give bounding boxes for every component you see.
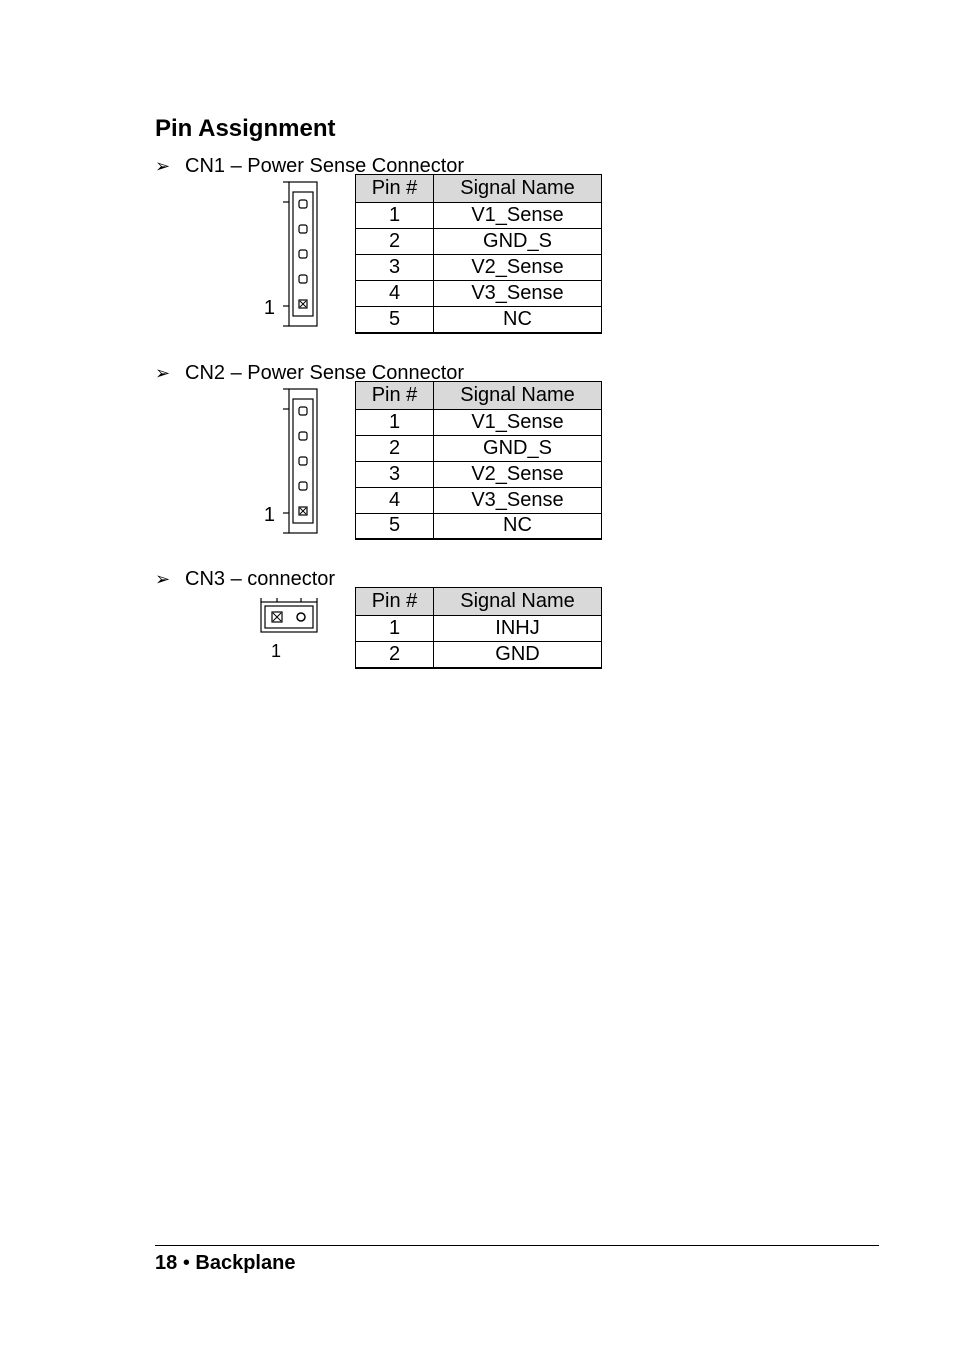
connector-2pin-diagram-icon <box>259 593 319 643</box>
cell-pin: 5 <box>356 307 434 333</box>
cell-pin: 1 <box>356 409 434 435</box>
table-row: 1INHJ <box>356 616 602 642</box>
section-title: Pin Assignment <box>155 115 799 143</box>
cell-pin: 2 <box>356 229 434 255</box>
cell-pin: 4 <box>356 281 434 307</box>
footer-separator: • <box>183 1252 190 1274</box>
cell-signal: V1_Sense <box>434 203 602 229</box>
header-signal: Signal Name <box>434 381 602 409</box>
table-row: 5NC <box>356 513 602 539</box>
header-signal: Signal Name <box>434 175 602 203</box>
cell-pin: 1 <box>356 616 434 642</box>
pin-1-label: 1 <box>271 641 281 662</box>
header-pin: Pin # <box>356 588 434 616</box>
page-footer: 18 • Backplane <box>155 1245 879 1275</box>
cell-signal: V2_Sense <box>434 461 602 487</box>
cell-pin: 2 <box>356 642 434 668</box>
cell-pin: 3 <box>356 255 434 281</box>
pin-table-cn2: Pin # Signal Name 1V1_Sense 2GND_S 3V2_S… <box>355 381 602 541</box>
cell-pin: 4 <box>356 487 434 513</box>
table-row: 2GND_S <box>356 435 602 461</box>
table-row: 3V2_Sense <box>356 461 602 487</box>
connector-5pin-diagram-icon <box>283 180 319 328</box>
header-pin: Pin # <box>356 175 434 203</box>
header-signal: Signal Name <box>434 588 602 616</box>
pin-1-label: 1 <box>264 504 275 527</box>
cell-pin: 3 <box>356 461 434 487</box>
footer-section-name: Backplane <box>195 1252 295 1274</box>
cell-signal: V3_Sense <box>434 281 602 307</box>
header-pin: Pin # <box>356 381 434 409</box>
connector-block-cn3: CN3 – connector 1 <box>155 568 799 669</box>
table-row: 4V3_Sense <box>356 487 602 513</box>
cell-pin: 2 <box>356 435 434 461</box>
table-row: 4V3_Sense <box>356 281 602 307</box>
table-header-row: Pin # Signal Name <box>356 588 602 616</box>
pin-table-cn1: Pin # Signal Name 1V1_Sense 2GND_S 3V2_S… <box>355 174 602 334</box>
cell-signal: NC <box>434 513 602 539</box>
table-row: 5NC <box>356 307 602 333</box>
table-row: 2GND_S <box>356 229 602 255</box>
cell-signal: GND_S <box>434 435 602 461</box>
footer-page-number: 18 <box>155 1252 177 1274</box>
table-row: 2GND <box>356 642 602 668</box>
table-header-row: Pin # Signal Name <box>356 381 602 409</box>
pin-1-label: 1 <box>264 297 275 320</box>
table-row: 1V1_Sense <box>356 203 602 229</box>
table-row: 1V1_Sense <box>356 409 602 435</box>
cell-pin: 5 <box>356 513 434 539</box>
connector-block-cn1: CN1 – Power Sense Connector 1 <box>155 155 799 334</box>
cell-signal: GND_S <box>434 229 602 255</box>
cell-signal: NC <box>434 307 602 333</box>
cell-signal: V1_Sense <box>434 409 602 435</box>
cell-signal: V3_Sense <box>434 487 602 513</box>
connector-block-cn2: CN2 – Power Sense Connector 1 <box>155 362 799 541</box>
pin-table-cn3: Pin # Signal Name 1INHJ 2GND <box>355 587 602 669</box>
cell-signal: V2_Sense <box>434 255 602 281</box>
connector-5pin-diagram-icon <box>283 387 319 535</box>
table-row: 3V2_Sense <box>356 255 602 281</box>
cell-pin: 1 <box>356 203 434 229</box>
table-header-row: Pin # Signal Name <box>356 175 602 203</box>
cell-signal: GND <box>434 642 602 668</box>
cell-signal: INHJ <box>434 616 602 642</box>
